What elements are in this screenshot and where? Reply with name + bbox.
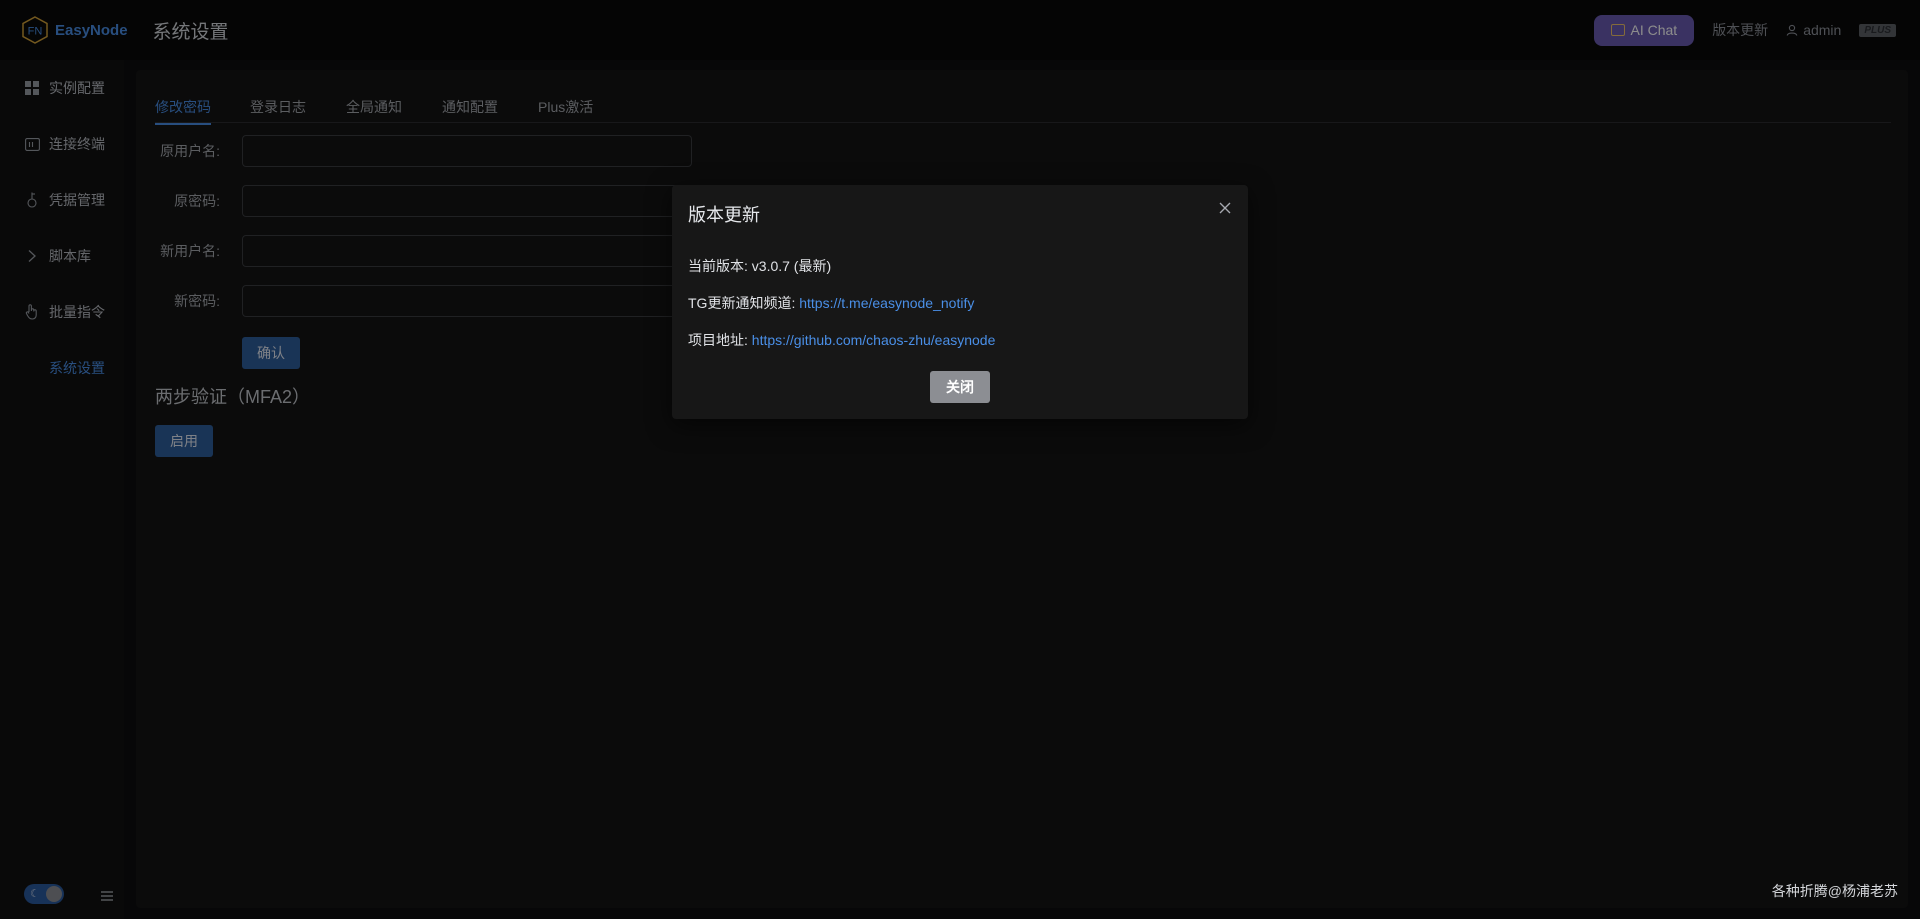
version-update-dialog: 版本更新 当前版本: v3.0.7 (最新) TG更新通知频道: https:/…: [672, 185, 1248, 419]
dialog-close-button[interactable]: 关闭: [930, 371, 990, 403]
project-url-line: 项目地址: https://github.com/chaos-zhu/easyn…: [688, 330, 995, 350]
footer-watermark: 各种折腾@杨浦老苏: [1771, 883, 1898, 899]
close-icon[interactable]: [1218, 201, 1232, 215]
tg-channel-label: TG更新通知频道:: [688, 295, 796, 311]
modal-overlay[interactable]: [0, 0, 1920, 919]
tg-channel-link[interactable]: https://t.me/easynode_notify: [799, 295, 974, 311]
current-version-label: 当前版本:: [688, 258, 748, 274]
dialog-title: 版本更新: [688, 205, 760, 225]
current-version-line: 当前版本: v3.0.7 (最新): [688, 256, 831, 276]
project-url-label: 项目地址:: [688, 332, 748, 348]
project-url-link[interactable]: https://github.com/chaos-zhu/easynode: [752, 332, 996, 348]
tg-channel-line: TG更新通知频道: https://t.me/easynode_notify: [688, 293, 974, 313]
current-version-value: v3.0.7 (最新): [751, 258, 832, 274]
